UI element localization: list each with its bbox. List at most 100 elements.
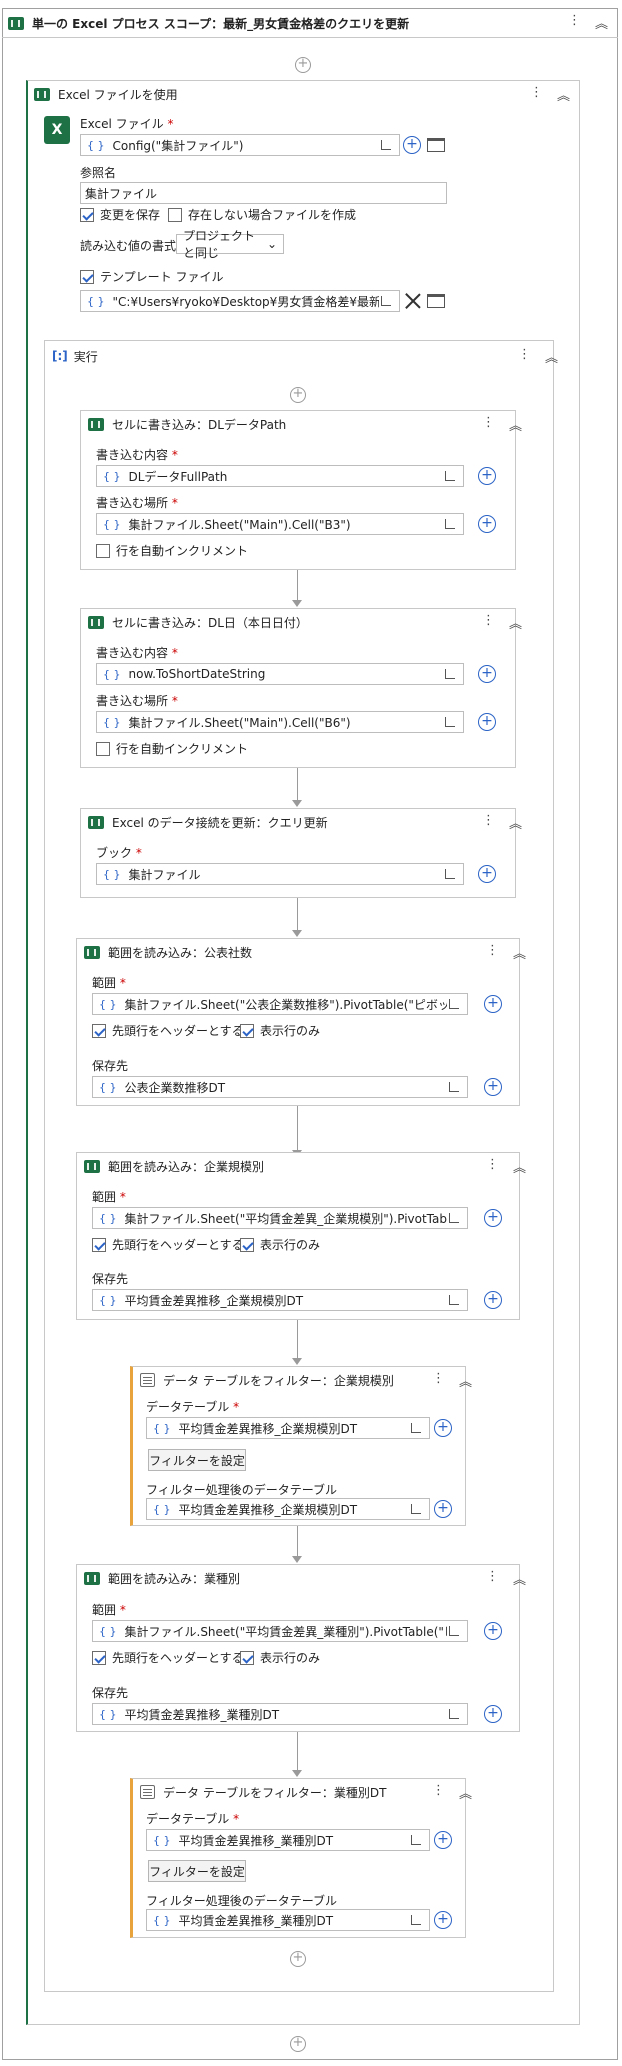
more-options-icon[interactable]: ⋮ <box>568 13 581 32</box>
book-input[interactable]: { } 集計ファイル <box>96 863 464 885</box>
more-options-icon[interactable]: ⋮ <box>486 1569 499 1588</box>
add-variable-button[interactable]: + <box>484 1622 502 1640</box>
more-options-icon[interactable]: ⋮ <box>518 347 531 366</box>
save-to-input[interactable]: { } 平均賃金差異推移_企業規模別DT <box>92 1289 468 1311</box>
where-input[interactable]: { } 集計ファイル.Sheet("Main").Cell("B6") <box>96 711 464 733</box>
visible-only-checkbox[interactable]: 表示行のみ <box>240 1649 320 1666</box>
visible-only-checkbox[interactable]: 表示行のみ <box>240 1022 320 1039</box>
save-to-input[interactable]: { } 公表企業数推移DT <box>92 1076 468 1098</box>
expand-icon[interactable] <box>409 1502 425 1516</box>
content-input[interactable]: { } DLデータFullPath <box>96 465 464 487</box>
expand-icon[interactable] <box>409 1421 425 1435</box>
expand-icon[interactable] <box>379 138 395 152</box>
add-variable-button[interactable]: + <box>403 136 421 154</box>
activity-header[interactable]: 範囲を読み込み：業種別 <box>84 1566 240 1590</box>
read-format-select[interactable]: プロジェクトと同じ ⌄ <box>176 229 284 260</box>
expand-icon[interactable] <box>443 867 459 881</box>
where-input[interactable]: { } 集計ファイル.Sheet("Main").Cell("B3") <box>96 513 464 535</box>
activity-header[interactable]: 範囲を読み込み：企業規模別 <box>84 1154 264 1178</box>
expand-icon[interactable] <box>443 469 459 483</box>
header-row-checkbox[interactable]: 先頭行をヘッダーとする <box>92 1649 244 1666</box>
more-options-icon[interactable]: ⋮ <box>482 813 495 832</box>
use-excel-file-header[interactable]: Excel ファイルを使用 <box>34 82 178 106</box>
excel-file-input[interactable]: { } Config("集計ファイル") <box>80 134 400 156</box>
more-options-icon[interactable]: ⋮ <box>432 1783 445 1802</box>
save-changes-checkbox[interactable]: 変更を保存 <box>80 206 160 223</box>
content-input[interactable]: { } now.ToShortDateString <box>96 663 464 685</box>
collapse-icon[interactable]: ︽ <box>545 347 558 366</box>
add-variable-button[interactable]: + <box>478 865 496 883</box>
add-variable-button[interactable]: + <box>478 515 496 533</box>
activity-header[interactable]: セルに書き込み：DL日（本日日付） <box>88 610 308 634</box>
create-if-missing-checkbox[interactable]: 存在しない場合ファイルを作成 <box>168 206 356 223</box>
activity-header[interactable]: セルに書き込み：DLデータPath <box>88 412 286 436</box>
expand-icon[interactable] <box>379 294 395 308</box>
output-input[interactable]: { } 平均賃金差異推移_業種別DT <box>146 1909 430 1931</box>
add-activity-button[interactable]: + <box>290 1951 306 1967</box>
save-to-input[interactable]: { } 平均賃金差異推移_業種別DT <box>92 1703 468 1725</box>
add-variable-button[interactable]: + <box>478 713 496 731</box>
set-filter-button[interactable]: フィルターを設定 <box>148 1860 246 1882</box>
add-variable-button[interactable]: + <box>434 1419 452 1437</box>
auto-increment-checkbox[interactable]: 行を自動インクリメント <box>96 542 248 559</box>
more-options-icon[interactable]: ⋮ <box>486 1157 499 1176</box>
add-variable-button[interactable]: + <box>434 1500 452 1518</box>
collapse-icon[interactable]: ︽ <box>513 1157 526 1176</box>
header-row-checkbox[interactable]: 先頭行をヘッダーとする <box>92 1022 244 1039</box>
add-variable-button[interactable]: + <box>434 1911 452 1929</box>
browse-folder-icon[interactable] <box>427 138 445 152</box>
header-row-checkbox[interactable]: 先頭行をヘッダーとする <box>92 1236 244 1253</box>
add-variable-button[interactable]: + <box>484 1209 502 1227</box>
expand-icon[interactable] <box>443 667 459 681</box>
collapse-icon[interactable]: ︽ <box>459 1371 472 1390</box>
add-variable-button[interactable]: + <box>484 1705 502 1723</box>
expand-icon[interactable] <box>443 715 459 729</box>
expand-icon[interactable] <box>447 1293 463 1307</box>
add-variable-button[interactable]: + <box>484 995 502 1013</box>
add-variable-button[interactable]: + <box>478 665 496 683</box>
browse-folder-icon[interactable] <box>427 294 445 308</box>
ref-name-input[interactable]: 集計ファイル <box>80 182 447 204</box>
collapse-icon[interactable]: ︽ <box>513 1569 526 1588</box>
collapse-icon[interactable]: ︽ <box>557 85 570 104</box>
collapse-icon[interactable]: ︽ <box>595 13 608 32</box>
more-options-icon[interactable]: ⋮ <box>530 85 543 104</box>
add-variable-button[interactable]: + <box>484 1291 502 1309</box>
collapse-icon[interactable]: ︽ <box>509 613 522 632</box>
collapse-icon[interactable]: ︽ <box>513 943 526 962</box>
clear-icon[interactable] <box>404 292 422 310</box>
more-options-icon[interactable]: ⋮ <box>482 613 495 632</box>
set-filter-button[interactable]: フィルターを設定 <box>148 1449 246 1471</box>
expand-icon[interactable] <box>409 1913 425 1927</box>
expand-icon[interactable] <box>447 1624 463 1638</box>
add-activity-button[interactable]: + <box>290 2036 306 2052</box>
expand-icon[interactable] <box>447 997 463 1011</box>
more-options-icon[interactable]: ⋮ <box>482 415 495 434</box>
more-options-icon[interactable]: ⋮ <box>486 943 499 962</box>
collapse-icon[interactable]: ︽ <box>459 1783 472 1802</box>
activity-header[interactable]: データ テーブルをフィルター：業種別DT <box>140 1780 386 1804</box>
auto-increment-checkbox[interactable]: 行を自動インクリメント <box>96 740 248 757</box>
do-header[interactable]: [:] 実行 <box>52 344 98 368</box>
range-input[interactable]: { } 集計ファイル.Sheet("平均賃金差異_業種別").PivotTable… <box>92 1620 468 1642</box>
activity-header[interactable]: データ テーブルをフィルター：企業規模別 <box>140 1368 394 1392</box>
template-file-input[interactable]: { }"C:¥Users¥ryoko¥Desktop¥男女賃金格差¥最新_男ま <box>80 290 400 312</box>
add-activity-button[interactable]: + <box>290 387 306 403</box>
range-input[interactable]: { } 集計ファイル.Sheet("公表企業数推移").PivotTable("ピ… <box>92 993 468 1015</box>
add-activity-button[interactable]: + <box>295 57 311 73</box>
visible-only-checkbox[interactable]: 表示行のみ <box>240 1236 320 1253</box>
expand-icon[interactable] <box>447 1080 463 1094</box>
collapse-icon[interactable]: ︽ <box>509 813 522 832</box>
expand-icon[interactable] <box>447 1707 463 1721</box>
more-options-icon[interactable]: ⋮ <box>432 1371 445 1390</box>
add-variable-button[interactable]: + <box>484 1078 502 1096</box>
collapse-icon[interactable]: ︽ <box>509 415 522 434</box>
datatable-input[interactable]: { } 平均賃金差異推移_企業規模別DT <box>146 1417 430 1439</box>
template-file-checkbox[interactable]: テンプレート ファイル <box>80 268 223 285</box>
add-variable-button[interactable]: + <box>478 467 496 485</box>
expand-icon[interactable] <box>409 1833 425 1847</box>
activity-header[interactable]: Excel のデータ接続を更新：クエリ更新 <box>88 810 328 834</box>
expand-icon[interactable] <box>443 517 459 531</box>
activity-header[interactable]: 範囲を読み込み：公表社数 <box>84 940 252 964</box>
expand-icon[interactable] <box>447 1211 463 1225</box>
